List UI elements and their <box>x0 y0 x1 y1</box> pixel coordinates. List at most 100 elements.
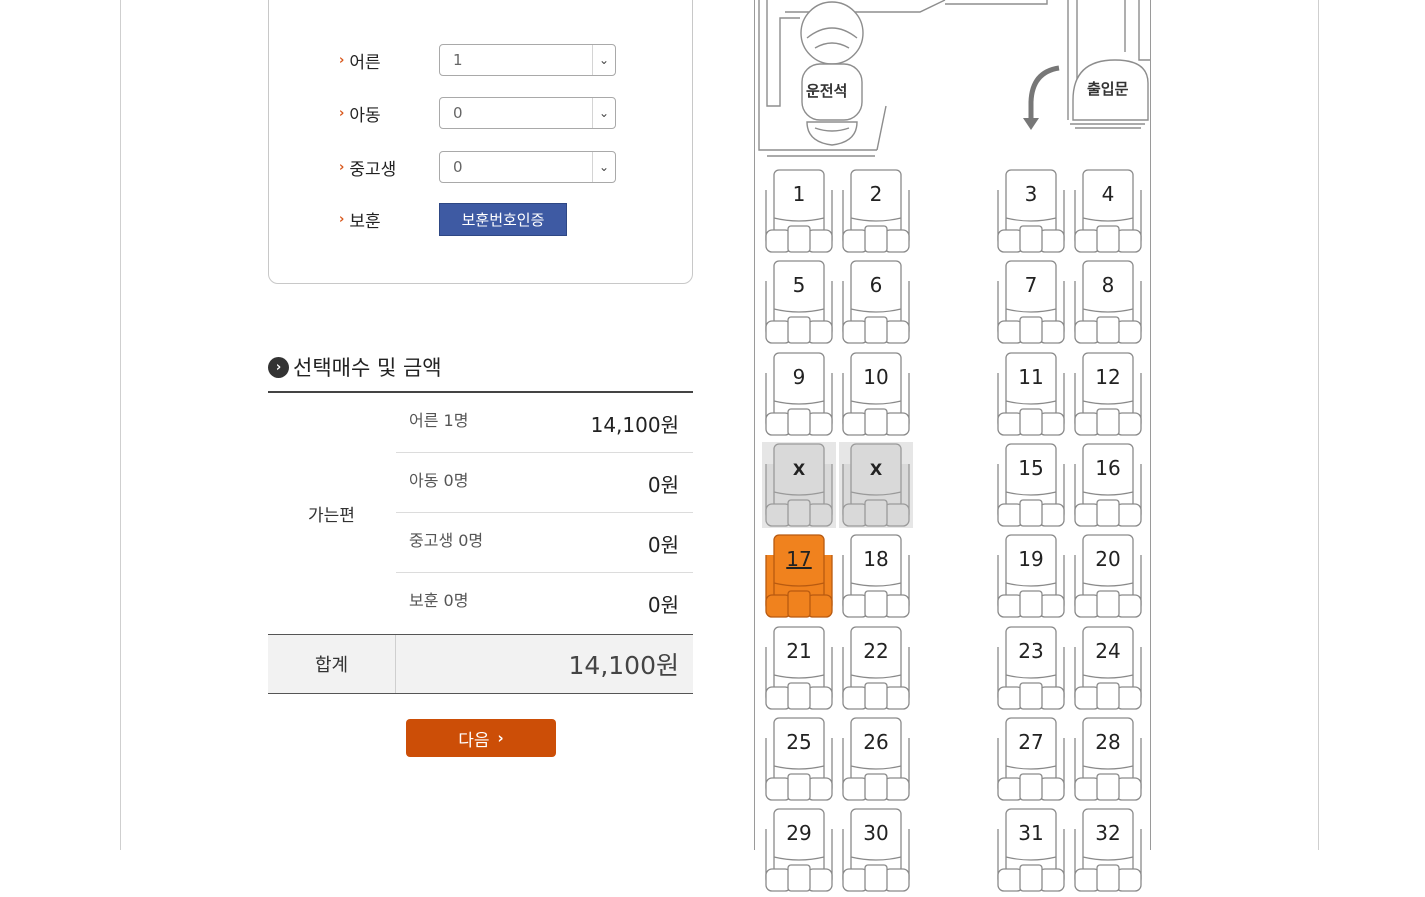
seat-27[interactable]: 27 <box>994 716 1068 802</box>
seat-number: 21 <box>786 639 812 663</box>
fare-label: 중고생 0명 <box>409 531 484 550</box>
chevron-circle-icon: › <box>268 356 289 378</box>
next-button[interactable]: 다음 › <box>406 719 556 757</box>
seat-number: 31 <box>1018 821 1044 845</box>
seat-22[interactable]: 22 <box>839 625 913 711</box>
summary-title: 선택매수 및 금액 <box>293 356 442 380</box>
fare-amount: 0원 <box>647 533 679 557</box>
seat-10[interactable]: 10 <box>839 351 913 437</box>
adult-count-value: 1 <box>453 51 463 69</box>
seat-31[interactable]: 31 <box>994 807 1068 893</box>
seat-6[interactable]: 6 <box>839 259 913 345</box>
seat-16[interactable]: 16 <box>1071 442 1145 528</box>
seat-number: 7 <box>1024 273 1038 297</box>
driver-seat-label: 운전석 <box>806 82 848 100</box>
seat-number: 4 <box>1101 182 1115 206</box>
child-count-select[interactable]: 0 ⌄ <box>439 97 616 129</box>
seat-26[interactable]: 26 <box>839 716 913 802</box>
seat-number: 22 <box>863 639 889 663</box>
veteran-row: › 보훈 보훈번호인증 <box>339 202 567 236</box>
seat-29[interactable]: 29 <box>762 807 836 893</box>
fare-amount: 0원 <box>647 593 679 617</box>
fare-amount: 14,100원 <box>590 413 679 437</box>
student-count-select[interactable]: 0 ⌄ <box>439 151 616 183</box>
page-frame-right <box>1318 0 1319 850</box>
seat-32[interactable]: 32 <box>1071 807 1145 893</box>
seat-5[interactable]: 5 <box>762 259 836 345</box>
student-row: › 중고생 0 ⌄ <box>339 150 616 184</box>
seat-21[interactable]: 21 <box>762 625 836 711</box>
total-label: 합계 <box>268 635 396 693</box>
chevron-down-icon: ⌄ <box>592 45 615 75</box>
seat-7[interactable]: 7 <box>994 259 1068 345</box>
arrow-icon: › <box>339 159 345 175</box>
seat-number: 30 <box>863 821 889 845</box>
seat-number: 19 <box>1018 547 1044 571</box>
chevron-down-icon: ⌄ <box>592 98 615 128</box>
seat-19[interactable]: 19 <box>994 533 1068 619</box>
seat-28[interactable]: 28 <box>1071 716 1145 802</box>
student-count-value: 0 <box>453 158 463 176</box>
seat-25[interactable]: 25 <box>762 716 836 802</box>
seat-9[interactable]: 9 <box>762 351 836 437</box>
child-row: › 아동 0 ⌄ <box>339 96 616 130</box>
seat-14: X <box>839 442 913 528</box>
seat-11[interactable]: 11 <box>994 351 1068 437</box>
total-amount: 14,100원 <box>568 651 679 680</box>
adult-row: › 어른 1 ⌄ <box>339 43 616 77</box>
fare-amount: 0원 <box>647 473 679 497</box>
seat-23[interactable]: 23 <box>994 625 1068 711</box>
adult-count-select[interactable]: 1 ⌄ <box>439 44 616 76</box>
seat-number: 9 <box>792 365 806 389</box>
fare-row: 보훈 0명 0원 <box>396 573 693 633</box>
chevron-down-icon: ⌄ <box>592 152 615 182</box>
child-label: 아동 <box>349 105 381 126</box>
arrow-icon: › <box>339 105 345 121</box>
seat-17[interactable]: 17 <box>762 533 836 619</box>
seat-number: 12 <box>1095 365 1121 389</box>
passenger-count-panel: › 어른 1 ⌄ › 아동 0 ⌄ › 중고생 0 ⌄ › 보훈 보훈번호인증 <box>268 0 693 284</box>
seat-8[interactable]: 8 <box>1071 259 1145 345</box>
trip-label: 가는편 <box>308 506 355 526</box>
fare-row: 어른 1명 14,100원 <box>396 393 693 453</box>
page-frame-left <box>120 0 121 850</box>
seat-number: X <box>792 460 806 479</box>
seat-15[interactable]: 15 <box>994 442 1068 528</box>
seat-number: 17 <box>786 547 812 571</box>
seat-number: 3 <box>1024 182 1038 206</box>
seat-13: X <box>762 442 836 528</box>
seat-number: 27 <box>1018 730 1044 754</box>
seat-18[interactable]: 18 <box>839 533 913 619</box>
seat-number: 15 <box>1018 456 1044 480</box>
seat-20[interactable]: 20 <box>1071 533 1145 619</box>
seat-2[interactable]: 2 <box>839 168 913 254</box>
fare-row: 중고생 0명 0원 <box>396 513 693 573</box>
fare-label: 아동 0명 <box>409 471 469 490</box>
seat-4[interactable]: 4 <box>1071 168 1145 254</box>
next-button-label: 다음 <box>458 730 490 751</box>
arrow-icon: › <box>339 52 345 68</box>
seat-12[interactable]: 12 <box>1071 351 1145 437</box>
seat-number: 29 <box>786 821 812 845</box>
chevron-right-icon: › <box>497 729 504 747</box>
seat-30[interactable]: 30 <box>839 807 913 893</box>
seat-1[interactable]: 1 <box>762 168 836 254</box>
seat-number: 18 <box>863 547 889 571</box>
seat-number: 20 <box>1095 547 1121 571</box>
seat-number: 23 <box>1018 639 1044 663</box>
fare-summary-table: 가는편 어른 1명 14,100원 아동 0명 0원 중고생 0명 0원 보훈 … <box>268 391 693 694</box>
veteran-verify-button[interactable]: 보훈번호인증 <box>439 202 567 236</box>
fare-row: 아동 0명 0원 <box>396 453 693 513</box>
seat-24[interactable]: 24 <box>1071 625 1145 711</box>
seat-number: 26 <box>863 730 889 754</box>
seat-3[interactable]: 3 <box>994 168 1068 254</box>
fare-label: 어른 1명 <box>409 411 469 430</box>
total-row: 합계 14,100원 <box>268 634 693 694</box>
adult-label: 어른 <box>349 52 381 73</box>
seat-number: 8 <box>1101 273 1115 297</box>
seat-number: 24 <box>1095 639 1121 663</box>
fare-label: 보훈 0명 <box>409 591 469 610</box>
seat-number: 1 <box>792 182 806 206</box>
student-label: 중고생 <box>349 159 397 180</box>
seat-number: 5 <box>792 273 806 297</box>
